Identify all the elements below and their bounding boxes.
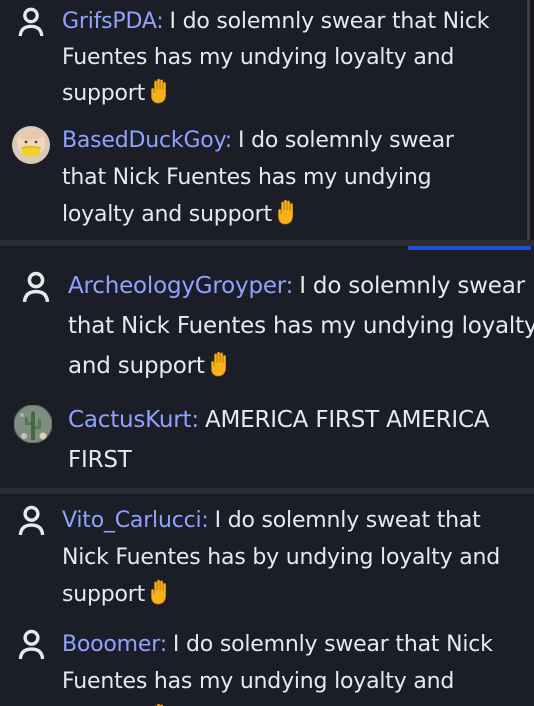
message-username[interactable]: BasedDuckGoy [62, 128, 225, 153]
chat-panel-2: ArcheologyGroyper: I do solemnly swear th… [0, 246, 534, 488]
user-outline-icon[interactable] [22, 270, 50, 304]
message-body: CactusKurt: AMERICA FIRST AMERICA FIRST [68, 407, 490, 473]
message-username[interactable]: GrifsPDA [62, 9, 156, 34]
raised-hand-icon [209, 351, 231, 377]
chat-message: Vito_Carlucci: I do solemnly sweat that N… [18, 502, 534, 613]
chat-message: CactusKurt: AMERICA FIRST AMERICA FIRST [14, 400, 534, 480]
user-outline-icon[interactable] [18, 6, 46, 38]
raised-hand-icon [149, 78, 171, 104]
chat-panel-1: GrifsPDA: I do solemnly swear that Nick F… [0, 0, 530, 240]
message-body: ArcheologyGroyper: I do solemnly swear th… [68, 266, 534, 386]
chat-message: BasedDuckGoy: I do solemnly swear that Ni… [12, 122, 527, 233]
message-body: Booomer: I do solemnly swear that Nick Fu… [62, 626, 534, 706]
user-outline-icon[interactable] [18, 628, 46, 661]
user-outline-icon[interactable] [18, 504, 46, 537]
chat-message: Booomer: I do solemnly swear that Nick Fu… [18, 626, 534, 706]
chat-message: ArcheologyGroyper: I do solemnly swear th… [22, 266, 534, 386]
message-body: BasedDuckGoy: I do solemnly swear that Ni… [62, 128, 454, 227]
chat-message: GrifsPDA: I do solemnly swear that Nick F… [18, 4, 527, 112]
raised-hand-icon [276, 199, 298, 225]
message-username[interactable]: Booomer [62, 632, 160, 657]
message-body: Vito_Carlucci: I do solemnly sweat that N… [62, 508, 501, 607]
chat-panel-3: Vito_Carlucci: I do solemnly sweat that N… [0, 494, 534, 706]
cactus-photo-avatar[interactable] [14, 405, 52, 443]
message-username[interactable]: CactusKurt [68, 407, 192, 433]
masked-face-avatar[interactable] [12, 126, 50, 164]
message-username[interactable]: Vito_Carlucci [62, 508, 202, 533]
chat-screenshot: GrifsPDA: I do solemnly swear that Nick F… [0, 0, 534, 706]
message-body: GrifsPDA: I do solemnly swear that Nick F… [62, 9, 490, 106]
message-username[interactable]: ArcheologyGroyper [68, 273, 286, 299]
raised-hand-icon [149, 579, 171, 605]
active-indicator-bar [408, 246, 531, 250]
